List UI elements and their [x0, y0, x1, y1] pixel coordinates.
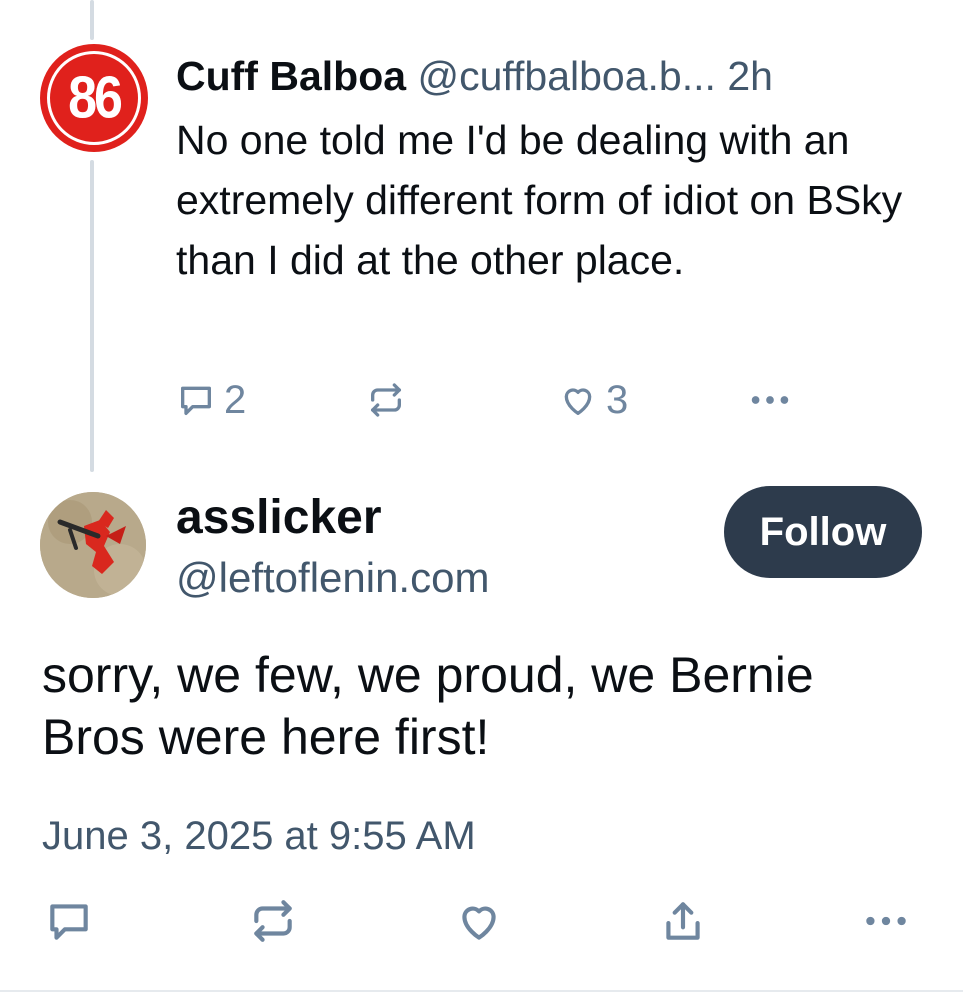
more-icon — [751, 396, 789, 404]
avatar-text: 86 — [68, 64, 123, 132]
author-handle[interactable]: @leftoflenin.com — [176, 550, 489, 606]
parent-post[interactable]: 86 Cuff Balboa @cuffbalboa.b... 2h No on… — [0, 0, 963, 480]
like-icon — [462, 906, 496, 940]
parent-actions: 2 3 — [176, 372, 816, 428]
follow-button[interactable]: Follow — [724, 486, 922, 578]
main-actions — [0, 896, 963, 960]
parent-reply-count: 2 — [224, 377, 247, 422]
parent-avatar[interactable]: 86 — [40, 44, 148, 152]
repost-icon — [254, 900, 292, 942]
parent-reply-button[interactable]: 2 — [176, 372, 246, 428]
parent-more-button[interactable] — [746, 372, 794, 428]
post-timestamp: June 3, 2025 at 9:55 AM — [42, 814, 476, 858]
author-display-name[interactable]: asslicker — [176, 488, 382, 548]
reply-icon — [50, 904, 88, 940]
parent-post-text: No one told me I'd be dealing with an ex… — [176, 117, 903, 283]
share-icon — [666, 902, 700, 940]
reply-icon — [181, 386, 211, 415]
dragon-avatar-image — [40, 492, 146, 598]
main-like-button[interactable] — [454, 896, 504, 951]
parent-handle[interactable]: @cuffbalboa.b... — [417, 53, 715, 99]
parent-display-name[interactable]: Cuff Balboa — [176, 53, 406, 99]
main-repost-button[interactable] — [248, 896, 298, 951]
parent-like-button[interactable]: 3 — [558, 372, 628, 428]
main-reply-button[interactable] — [44, 896, 94, 951]
main-more-button[interactable] — [860, 896, 912, 951]
main-post-text: sorry, we few, we proud, we Bernie Bros … — [42, 647, 814, 765]
like-icon — [564, 388, 592, 415]
more-icon — [866, 916, 906, 926]
main-share-button[interactable] — [658, 896, 708, 951]
parent-like-count: 3 — [606, 377, 629, 422]
parent-repost-button[interactable] — [366, 372, 406, 428]
parent-time[interactable]: 2h — [727, 53, 773, 99]
parent-post-header: Cuff Balboa @cuffbalboa.b... 2h — [176, 50, 936, 102]
bottom-divider — [0, 990, 963, 992]
author-avatar[interactable] — [40, 492, 146, 598]
repost-icon — [371, 383, 401, 417]
